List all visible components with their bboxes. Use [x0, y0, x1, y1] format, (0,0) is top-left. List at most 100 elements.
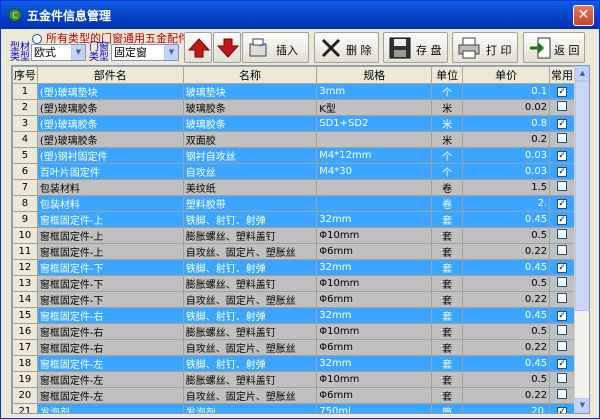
part-name-cell[interactable]: 窗框固定件-右: [36, 323, 184, 340]
row-index[interactable]: 9: [12, 211, 38, 228]
unit-cell[interactable]: 个: [431, 147, 464, 164]
price-cell[interactable]: 2.: [462, 195, 551, 212]
row-index[interactable]: 7: [12, 179, 38, 196]
part-name-cell[interactable]: 窗框固定件-左: [36, 387, 184, 404]
unit-cell[interactable]: 卷: [431, 195, 464, 212]
table-row[interactable]: 21 发泡剂 发泡剂 750ml 筒 20. ✓: [12, 403, 575, 413]
table-row[interactable]: 1 (塑)玻璃垫块 玻璃垫块 3mm 个 0.1 ✓: [12, 83, 575, 100]
common-cell[interactable]: ✓: [549, 307, 575, 324]
spec-cell[interactable]: Φ10mm: [316, 371, 433, 388]
checkbox-unchecked-icon[interactable]: [557, 277, 568, 287]
checkbox-checked-icon[interactable]: ✓: [557, 407, 568, 413]
unit-cell[interactable]: 套: [431, 355, 464, 372]
column-header[interactable]: 规格: [316, 66, 433, 84]
spec-cell[interactable]: M4*30: [316, 163, 433, 180]
return-button[interactable]: 返 回: [523, 32, 585, 63]
part-name-cell[interactable]: 百叶片固定件: [36, 163, 184, 180]
part-name-cell[interactable]: 窗框固定件-左: [36, 371, 184, 388]
price-cell[interactable]: 0.22: [462, 243, 551, 260]
price-cell[interactable]: 0.45: [462, 211, 551, 228]
name-cell[interactable]: 铁脚、射钉、射弹: [182, 355, 318, 372]
chevron-down-icon[interactable]: ▼: [164, 45, 178, 60]
insert-button[interactable]: 插入: [242, 32, 309, 63]
all-types-radio[interactable]: 所有类型的门窗通用五金配件: [32, 30, 189, 45]
table-row[interactable]: 14 窗框固定件-下 自攻丝、固定片、塑胀丝 Φ6mm 套 0.22: [12, 291, 575, 308]
name-cell[interactable]: 美纹纸: [182, 179, 318, 196]
name-cell[interactable]: 铁脚、射钉、射弹: [182, 211, 318, 228]
spec-cell[interactable]: Φ6mm: [316, 291, 433, 308]
common-cell[interactable]: ✓: [549, 115, 575, 132]
unit-cell[interactable]: 米: [431, 131, 464, 148]
checkbox-unchecked-icon[interactable]: [557, 245, 568, 255]
unit-cell[interactable]: 米: [431, 115, 464, 132]
checkbox-unchecked-icon[interactable]: [557, 373, 568, 383]
table-row[interactable]: 18 窗框固定件-左 铁脚、射钉、射弹 32mm 套 0.45 ✓: [12, 355, 575, 372]
column-header[interactable]: 常用: [549, 66, 575, 84]
chevron-down-icon[interactable]: ▼: [71, 45, 85, 60]
price-cell[interactable]: 1.5: [462, 179, 551, 196]
part-name-cell[interactable]: (塑)玻璃胶条: [36, 99, 184, 116]
name-cell[interactable]: 双面胶: [182, 131, 318, 148]
price-cell[interactable]: 0.45: [462, 355, 551, 372]
common-cell[interactable]: [549, 243, 575, 260]
table-row[interactable]: 19 窗框固定件-左 膨胀螺丝、塑料盖钉 Φ10mm 套 0.5: [12, 371, 575, 388]
part-name-cell[interactable]: 包装材料: [36, 179, 184, 196]
price-cell[interactable]: 20.: [462, 403, 551, 413]
checkbox-checked-icon[interactable]: ✓: [557, 263, 568, 273]
scroll-up-icon[interactable]: ▲: [575, 66, 589, 81]
table-row[interactable]: 10 窗框固定件-上 膨胀螺丝、塑料盖钉 Φ10mm 套 0.5: [12, 227, 575, 244]
name-cell[interactable]: 膨胀螺丝、塑料盖钉: [182, 275, 318, 292]
parts-grid[interactable]: 序号 部件名 名称 规格 单位 单价 常用 1 (塑)玻璃垫块 玻璃垫块 3mm 个 0.1 ✓ 2 (塑)…: [11, 65, 590, 414]
common-cell[interactable]: ✓: [549, 147, 575, 164]
common-cell[interactable]: [549, 99, 575, 116]
table-row[interactable]: 6 百叶片固定件 自攻丝 M4*30 个 0.03 ✓: [12, 163, 575, 180]
part-name-cell[interactable]: (塑)玻璃胶条: [36, 115, 184, 132]
price-cell[interactable]: 0.5: [462, 323, 551, 340]
unit-cell[interactable]: 个: [431, 163, 464, 180]
spec-cell[interactable]: Φ10mm: [316, 227, 433, 244]
delete-button[interactable]: 删 除: [314, 32, 379, 63]
part-name-cell[interactable]: 窗框固定件-上: [36, 227, 184, 244]
table-row[interactable]: 4 (塑)玻璃胶条 双面胶 米 0.2: [12, 131, 575, 148]
spec-cell[interactable]: Φ6mm: [316, 243, 433, 260]
row-index[interactable]: 4: [12, 131, 38, 148]
common-cell[interactable]: ✓: [549, 195, 575, 212]
common-cell[interactable]: [549, 339, 575, 356]
unit-cell[interactable]: 个: [431, 83, 464, 100]
name-cell[interactable]: 钢衬自攻丝: [182, 147, 318, 164]
name-cell[interactable]: 铁脚、射钉、射弹: [182, 259, 318, 276]
unit-cell[interactable]: 套: [431, 243, 464, 260]
name-cell[interactable]: 玻璃垫块: [182, 83, 318, 100]
table-row[interactable]: 17 窗框固定件-右 自攻丝、固定片、塑胀丝 Φ6mm 套 0.22: [12, 339, 575, 356]
price-cell[interactable]: 0.02: [462, 99, 551, 116]
price-cell[interactable]: 0.22: [462, 339, 551, 356]
checkbox-unchecked-icon[interactable]: [557, 229, 568, 239]
table-row[interactable]: 11 窗框固定件-上 自攻丝、固定片、塑胀丝 Φ6mm 套 0.22: [12, 243, 575, 260]
part-name-cell[interactable]: (塑)钢衬固定件: [36, 147, 184, 164]
unit-cell[interactable]: 筒: [431, 403, 464, 413]
row-index[interactable]: 21: [12, 403, 38, 413]
save-button[interactable]: 存 盘: [383, 32, 448, 63]
scroll-thumb[interactable]: [575, 81, 589, 311]
name-cell[interactable]: 铁脚、射钉、射弹: [182, 307, 318, 324]
table-row[interactable]: 9 窗框固定件-上 铁脚、射钉、射弹 32mm 套 0.45 ✓: [12, 211, 575, 228]
unit-cell[interactable]: 套: [431, 291, 464, 308]
name-cell[interactable]: 自攻丝: [182, 163, 318, 180]
unit-cell[interactable]: 套: [431, 323, 464, 340]
row-index[interactable]: 1: [12, 83, 38, 100]
checkbox-checked-icon[interactable]: ✓: [557, 215, 568, 225]
row-index[interactable]: 20: [12, 387, 38, 404]
checkbox-unchecked-icon[interactable]: [557, 101, 568, 111]
name-cell[interactable]: 塑料胶带: [182, 195, 318, 212]
name-cell[interactable]: 膨胀螺丝、塑料盖钉: [182, 323, 318, 340]
common-cell[interactable]: ✓: [549, 163, 575, 180]
spec-cell[interactable]: 32mm: [316, 307, 433, 324]
common-cell[interactable]: ✓: [549, 83, 575, 100]
column-header[interactable]: 序号: [12, 66, 38, 84]
move-down-button[interactable]: [213, 32, 241, 63]
unit-cell[interactable]: 套: [431, 211, 464, 228]
price-cell[interactable]: 0.1: [462, 83, 551, 100]
price-cell[interactable]: 0.22: [462, 291, 551, 308]
common-cell[interactable]: [549, 179, 575, 196]
spec-cell[interactable]: Φ6mm: [316, 387, 433, 404]
